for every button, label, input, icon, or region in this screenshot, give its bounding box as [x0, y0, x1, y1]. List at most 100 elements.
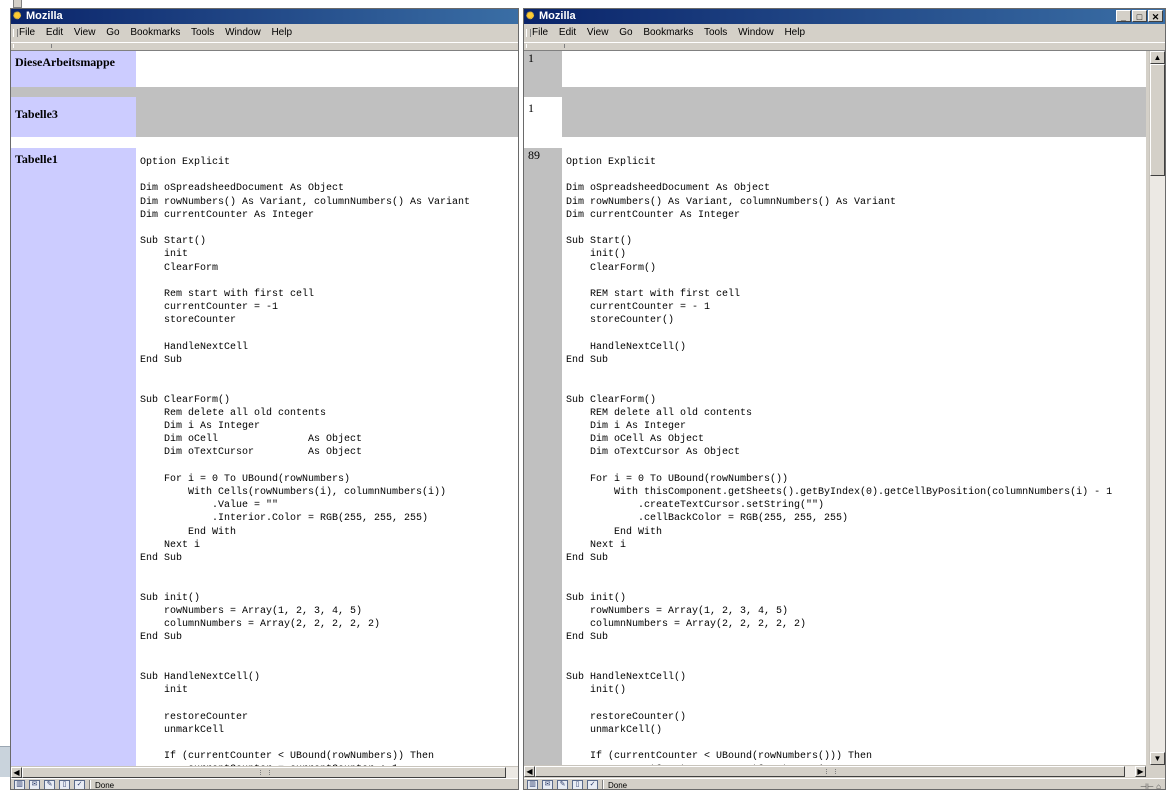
menu-bookmarks[interactable]: Bookmarks [130, 27, 180, 38]
line-count-cell: 89 [524, 148, 562, 765]
composer-icon[interactable]: ✎ [44, 780, 55, 789]
navigator-icon[interactable]: ▥ [14, 780, 25, 789]
minimize-icon[interactable]: _ [1116, 10, 1131, 22]
menu-go[interactable]: Go [106, 27, 119, 38]
row-separator [11, 137, 518, 148]
right-vertical-scrollbar[interactable]: ▲ ▼ [1149, 51, 1165, 765]
module-code [562, 51, 1146, 59]
table-row: 89 Option Explicit Dim oSpreadsheedDocum… [524, 148, 1146, 765]
scroll-left-button[interactable]: ◀ [11, 767, 22, 778]
right-module-table: 1 1 89 Option Explicit Dim oSpreadsheedD… [524, 51, 1146, 765]
desktop-strip [0, 0, 1167, 8]
menubar-grip[interactable] [526, 29, 531, 37]
left-page-content: DieseArbeitsmappe Tabelle3 Tabelle1 Opti… [11, 51, 518, 766]
status-separator [89, 780, 91, 789]
menu-bookmarks[interactable]: Bookmarks [643, 27, 693, 38]
module-code-cell: Option Explicit Dim oSpreadsheedDocument… [136, 148, 518, 766]
module-code [562, 97, 1146, 105]
table-row: Tabelle1 Option Explicit Dim oSpreadshee… [11, 148, 518, 766]
menu-help[interactable]: Help [271, 27, 292, 38]
menu-file[interactable]: File [532, 27, 548, 38]
right-title-bar[interactable]: ✺ Mozilla _ □ ✕ [524, 9, 1165, 24]
scroll-right-button[interactable]: ▶ [1135, 766, 1146, 777]
scroll-down-button[interactable]: ▼ [1150, 752, 1165, 765]
table-row: 1 [524, 51, 1146, 87]
horizontal-scroll-thumb[interactable] [535, 766, 1125, 777]
menu-edit[interactable]: Edit [46, 27, 63, 38]
desktop-window-edge [13, 0, 22, 8]
left-title-bar[interactable]: ✺ Mozilla [11, 9, 518, 24]
online-status-icon[interactable]: ⊣⊢ ⌂ [1140, 780, 1161, 789]
line-count-cell: 1 [524, 51, 562, 87]
menu-window[interactable]: Window [738, 27, 774, 38]
left-menu-bar: File Edit View Go Bookmarks Tools Window… [11, 24, 518, 43]
left-status-bar: ▥ ✉ ✎ ▯ ✓ Done [11, 778, 518, 789]
scroll-up-button[interactable]: ▲ [1150, 51, 1165, 64]
module-code-cell [136, 51, 518, 87]
menu-edit[interactable]: Edit [559, 27, 576, 38]
menu-help[interactable]: Help [784, 27, 805, 38]
row-separator [11, 87, 518, 97]
chatzilla-icon[interactable]: ✓ [587, 780, 598, 789]
module-code [136, 51, 518, 59]
module-code: Option Explicit Dim oSpreadsheedDocument… [566, 157, 1113, 765]
right-menu-bar: File Edit View Go Bookmarks Tools Window… [524, 24, 1165, 43]
line-count: 1 [528, 51, 534, 65]
menu-tools[interactable]: Tools [191, 27, 214, 38]
table-row: DieseArbeitsmappe [11, 51, 518, 87]
menubar-grip[interactable] [13, 29, 18, 37]
left-module-table: DieseArbeitsmappe Tabelle3 Tabelle1 Opti… [11, 51, 518, 766]
right-horizontal-scrollbar[interactable]: ◀ ▶ [524, 765, 1146, 777]
line-count: 89 [528, 148, 540, 162]
navigator-icon[interactable]: ▥ [527, 780, 538, 789]
module-name-cell: DieseArbeitsmappe [11, 51, 136, 87]
module-name: DieseArbeitsmappe [15, 55, 115, 69]
close-icon[interactable]: ✕ [1148, 10, 1163, 22]
line-count: 1 [528, 101, 534, 115]
right-window-title: Mozilla [539, 10, 576, 22]
maximize-icon[interactable]: □ [1132, 10, 1147, 22]
mozilla-logo-icon: ✺ [526, 11, 535, 22]
left-browser-window: ✺ Mozilla File Edit View Go Bookmarks To… [10, 8, 519, 790]
module-code [136, 97, 518, 105]
right-browser-window: ✺ Mozilla _ □ ✕ File Edit View Go Bookmark… [523, 8, 1166, 790]
module-name-cell: Tabelle3 [11, 97, 136, 137]
vertical-scroll-thumb[interactable] [1150, 64, 1165, 176]
mail-icon[interactable]: ✉ [542, 780, 553, 789]
mail-icon[interactable]: ✉ [29, 780, 40, 789]
scroll-left-button[interactable]: ◀ [524, 766, 535, 777]
composer-icon[interactable]: ✎ [557, 780, 568, 789]
right-page-content: 1 1 89 Option Explicit Dim oSpreadsheedD… [524, 51, 1146, 765]
menu-file[interactable]: File [19, 27, 35, 38]
row-separator [524, 137, 1146, 148]
addressbook-icon[interactable]: ▯ [572, 780, 583, 789]
menu-window[interactable]: Window [225, 27, 261, 38]
row-separator [524, 87, 1146, 97]
module-code-cell [562, 51, 1146, 87]
table-row: Tabelle3 [11, 97, 518, 137]
menu-view[interactable]: View [74, 27, 96, 38]
window-controls: _ □ ✕ [1115, 10, 1163, 23]
left-horizontal-scrollbar[interactable]: ◀ [11, 766, 518, 778]
left-window-title: Mozilla [26, 10, 63, 22]
right-status-bar: ▥ ✉ ✎ ▯ ✓ Done ⊣⊢ ⌂ [524, 778, 1165, 790]
horizontal-scroll-thumb[interactable] [22, 767, 506, 778]
menu-view[interactable]: View [587, 27, 609, 38]
status-separator [602, 780, 604, 789]
module-name-cell: Tabelle1 [11, 148, 136, 766]
addressbook-icon[interactable]: ▯ [59, 780, 70, 789]
left-collapsed-toolbar[interactable] [11, 43, 518, 51]
module-name: Tabelle3 [15, 107, 58, 121]
module-code-cell: Option Explicit Dim oSpreadsheedDocument… [562, 148, 1146, 765]
module-code-cell [562, 97, 1146, 137]
table-row: 1 [524, 97, 1146, 137]
module-name: Tabelle1 [15, 152, 58, 166]
mozilla-logo-icon: ✺ [13, 11, 22, 22]
status-text: Done [608, 781, 628, 790]
line-count-cell: 1 [524, 97, 562, 137]
right-collapsed-toolbar[interactable] [524, 43, 1165, 51]
module-code-cell [136, 97, 518, 137]
chatzilla-icon[interactable]: ✓ [74, 780, 85, 789]
menu-tools[interactable]: Tools [704, 27, 727, 38]
menu-go[interactable]: Go [619, 27, 632, 38]
